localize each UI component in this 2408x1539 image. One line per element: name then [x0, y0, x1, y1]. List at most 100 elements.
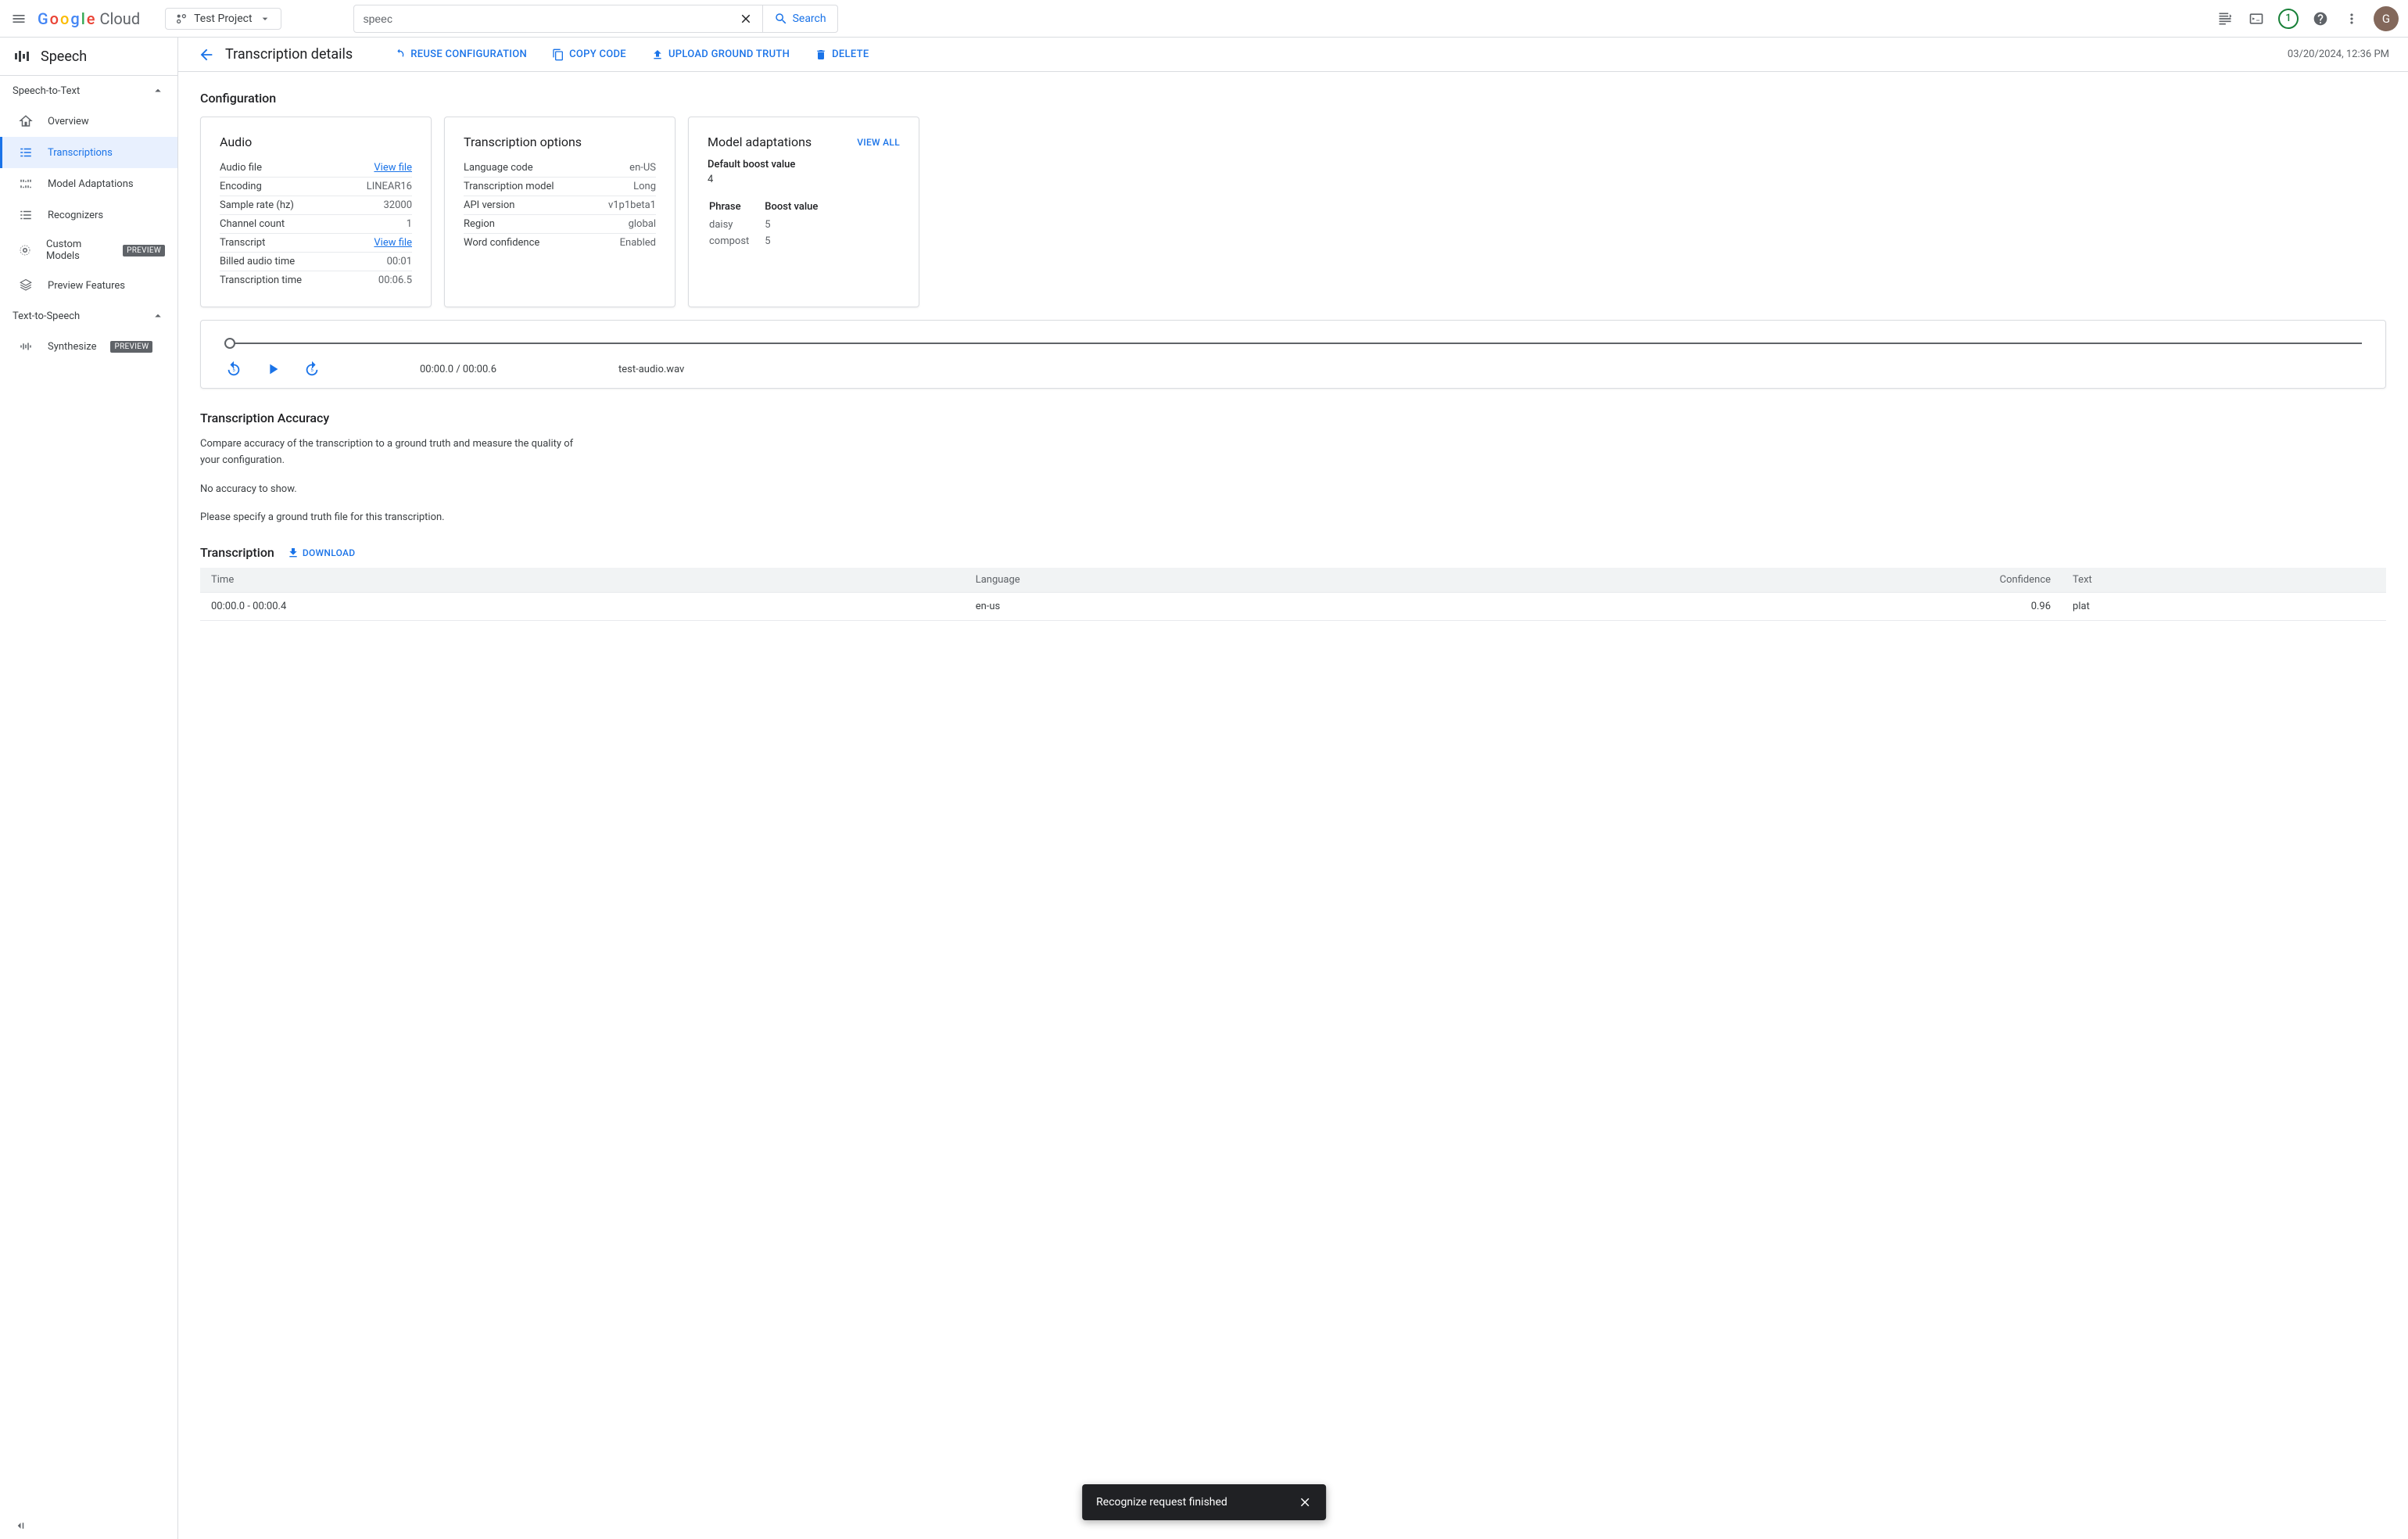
page-timestamp: 03/20/2024, 12:36 PM [2288, 48, 2389, 60]
refresh-icon [393, 48, 406, 61]
player-controls: 5 5 00:00.0 / 00:00.6 test-audio.wav [224, 360, 2362, 378]
toast-close-button[interactable] [1298, 1495, 1312, 1509]
search-input[interactable] [364, 13, 739, 25]
sidebar-item-model-adaptations[interactable]: Model Adaptations [0, 168, 177, 199]
reuse-configuration-button[interactable]: REUSE CONFIGURATION [385, 44, 535, 66]
prop-region: Regionglobal [464, 215, 656, 234]
clear-search-icon[interactable] [739, 12, 753, 26]
upload-icon [651, 48, 664, 61]
prop-channel-count: Channel count1 [220, 215, 412, 234]
delete-button[interactable]: DELETE [807, 44, 876, 66]
content-header: Transcription details REUSE CONFIGURATIO… [178, 38, 2408, 72]
adaptations-table: PhraseBoost value daisy5 compost5 [708, 196, 833, 250]
help-icon[interactable] [2311, 9, 2330, 28]
layers-icon [18, 278, 34, 293]
view-all-adaptations-button[interactable]: VIEW ALL [857, 137, 900, 148]
audio-player: 5 5 00:00.0 / 00:00.6 test-audio.wav [200, 320, 2386, 389]
page-title: Transcription details [225, 46, 353, 63]
copy-icon [552, 48, 564, 61]
sidebar-product-header[interactable]: Speech [0, 38, 177, 76]
sidebar-section-tts[interactable]: Text-to-Speech [0, 301, 177, 331]
options-card-title: Transcription options [464, 135, 656, 149]
content-body: Configuration Audio Audio fileView file … [178, 72, 2408, 668]
content-area: Transcription details REUSE CONFIGURATIO… [178, 38, 2408, 1539]
accuracy-empty-state: No accuracy to show. [200, 482, 575, 498]
sidebar-item-transcriptions[interactable]: Transcriptions [0, 137, 177, 168]
download-icon [287, 547, 299, 559]
audio-card-title: Audio [220, 135, 412, 149]
sidebar-item-custom-models[interactable]: Custom Models PREVIEW [0, 231, 177, 270]
transcription-header-row: Transcription DOWNLOAD [200, 545, 2386, 560]
download-transcription-button[interactable]: DOWNLOAD [287, 547, 356, 559]
cloud-shell-icon[interactable] [2247, 9, 2266, 28]
home-icon [18, 113, 34, 129]
sidebar-item-recognizers[interactable]: Recognizers [0, 199, 177, 231]
sidebar: Speech Speech-to-Text Overview Transcrip… [0, 38, 178, 1539]
model-adaptations-card: Model adaptations VIEW ALL Default boost… [688, 117, 919, 307]
accuracy-description: Compare accuracy of the transcription to… [200, 436, 575, 469]
table-row: daisy5 [709, 217, 832, 232]
hamburger-menu-icon[interactable] [9, 9, 28, 28]
preview-chip: PREVIEW [110, 341, 152, 353]
transcription-table: Time Language Confidence Text 00:00.0 - … [200, 568, 2386, 621]
audio-card: Audio Audio fileView file EncodingLINEAR… [200, 117, 432, 307]
replay-5-button[interactable]: 5 [224, 360, 243, 378]
accuracy-hint: Please specify a ground truth file for t… [200, 510, 575, 526]
preview-chip: PREVIEW [123, 245, 165, 256]
search-icon [774, 12, 788, 26]
prop-api-version: API versionv1p1beta1 [464, 196, 656, 215]
seek-slider[interactable] [224, 343, 2362, 344]
table-row: compost5 [709, 234, 832, 249]
sidebar-section-stt[interactable]: Speech-to-Text [0, 76, 177, 106]
table-row: 00:00.0 - 00:00.4 en-us 0.96 plat [200, 593, 2386, 621]
sidebar-item-preview-features[interactable]: Preview Features [0, 270, 177, 301]
sidebar-item-overview[interactable]: Overview [0, 106, 177, 137]
more-options-icon[interactable] [2342, 9, 2361, 28]
cloud-shell-editor-icon[interactable] [2216, 9, 2234, 28]
header-right: 1 G [2216, 6, 2399, 31]
prop-lang-code: Language codeen-US [464, 159, 656, 178]
prop-encoding: EncodingLINEAR16 [220, 178, 412, 196]
prop-transcript: TranscriptView file [220, 234, 412, 253]
google-cloud-logo[interactable]: Google Cloud [38, 9, 140, 28]
close-icon [1298, 1495, 1312, 1509]
view-transcript-file-link[interactable]: View file [374, 237, 412, 249]
chevron-up-icon [151, 309, 165, 323]
chevron-up-icon [151, 84, 165, 98]
play-button[interactable] [263, 360, 282, 378]
back-button[interactable] [197, 45, 216, 64]
search-input-wrap[interactable] [353, 5, 763, 33]
prop-sample-rate: Sample rate (hz)32000 [220, 196, 412, 215]
chevron-down-icon [259, 13, 271, 25]
prop-model: Transcription modelLong [464, 178, 656, 196]
config-cards-row: Audio Audio fileView file EncodingLINEAR… [200, 117, 2386, 307]
configuration-heading: Configuration [200, 91, 2386, 106]
prop-transcription-time: Transcription time00:06.5 [220, 271, 412, 289]
search-button[interactable]: Search [763, 5, 838, 33]
default-boost-label: Default boost value [708, 159, 900, 170]
seek-thumb[interactable] [224, 338, 235, 349]
upload-ground-truth-button[interactable]: UPLOAD GROUND TRUTH [643, 44, 797, 66]
prop-audio-file: Audio fileView file [220, 159, 412, 178]
transcriptions-icon [18, 145, 34, 160]
app-header: Google Cloud Test Project Search 1 G [0, 0, 2408, 38]
prop-billed-time: Billed audio time00:01 [220, 253, 412, 271]
sidebar-item-synthesize[interactable]: Synthesize PREVIEW [0, 331, 177, 362]
toast-notification: Recognize request finished [1082, 1484, 1326, 1520]
speech-icon [13, 47, 31, 66]
user-avatar[interactable]: G [2374, 6, 2399, 31]
wave-icon [18, 339, 34, 354]
project-picker[interactable]: Test Project [165, 8, 281, 30]
trash-icon [815, 48, 827, 61]
collapse-sidebar-icon[interactable] [13, 1519, 27, 1533]
tune-icon [18, 176, 34, 192]
svg-text:5: 5 [310, 367, 314, 373]
notifications-badge[interactable]: 1 [2278, 9, 2299, 29]
view-audio-file-link[interactable]: View file [374, 162, 412, 174]
model-icon [18, 242, 32, 258]
toast-message: Recognize request finished [1096, 1496, 1227, 1509]
copy-code-button[interactable]: COPY CODE [544, 44, 634, 66]
transcription-heading: Transcription [200, 545, 274, 560]
accuracy-heading: Transcription Accuracy [200, 411, 2386, 425]
forward-5-button[interactable]: 5 [303, 360, 321, 378]
